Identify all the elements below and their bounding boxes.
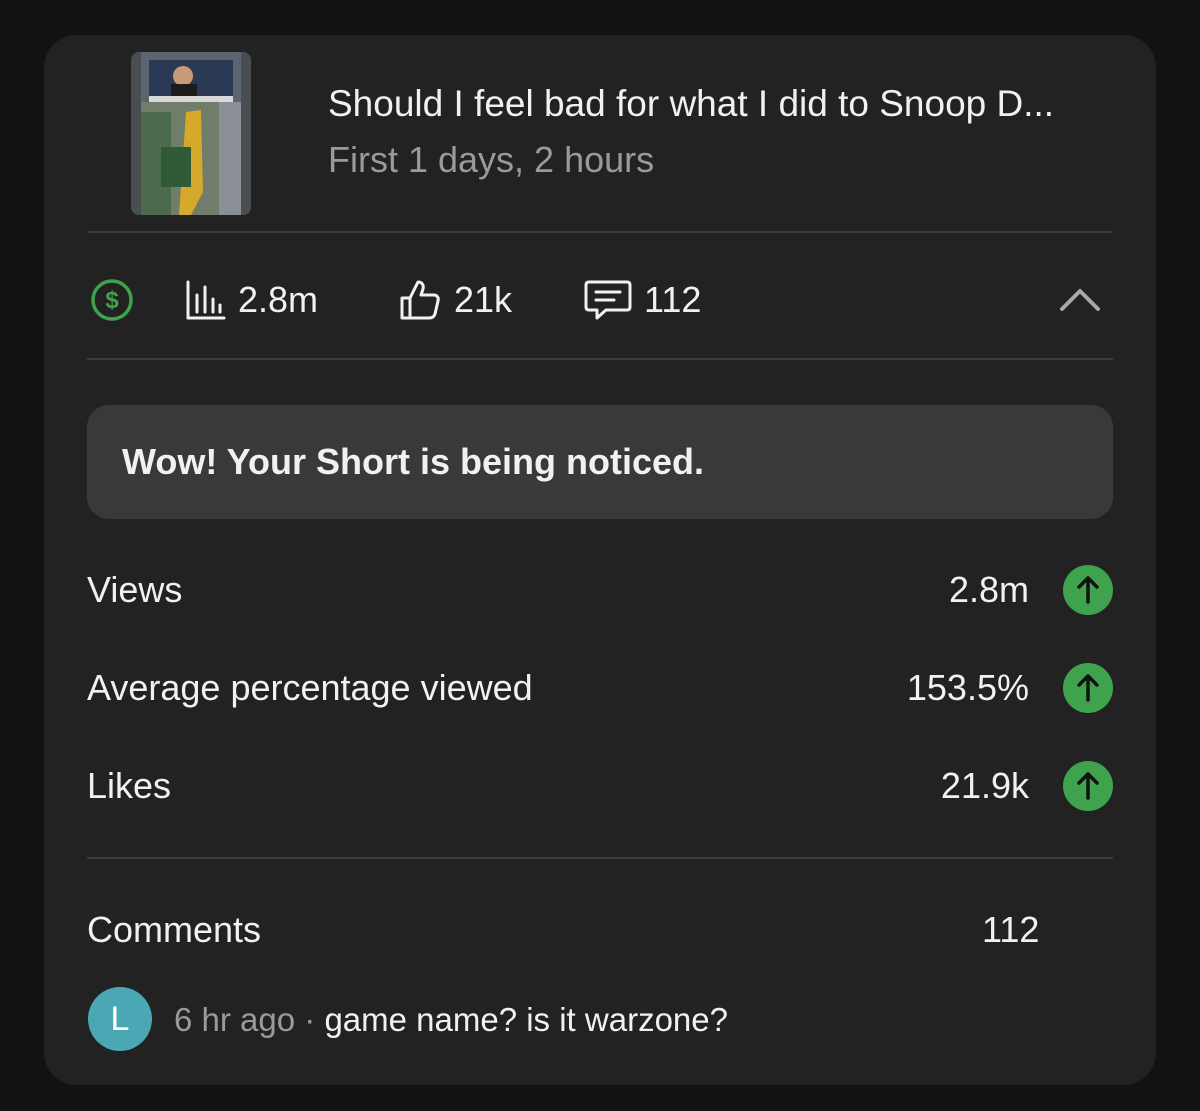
comment-text: game name? is it warzone? <box>324 1001 728 1038</box>
arrow-up-icon <box>1063 565 1113 615</box>
period-label: First 1 days, 2 hours <box>328 139 655 180</box>
comment-icon <box>584 278 632 322</box>
metric-value: 2.8m <box>948 569 1029 610</box>
short-analytics-card: Should I feel bad for what I did to Snoo… <box>44 35 1156 1085</box>
metric-label: Average percentage viewed <box>87 667 533 708</box>
thumbs-up-icon <box>398 278 442 322</box>
comment-separator: · <box>304 1001 316 1038</box>
comments-heading[interactable]: Comments <box>87 909 261 951</box>
chevron-up-icon <box>1058 289 1102 323</box>
views-count: 2.8m <box>238 279 319 320</box>
views-stat[interactable]: 2.8m <box>184 278 318 322</box>
comments-total: 112 <box>982 909 1040 950</box>
performance-notice: Wow! Your Short is being noticed. <box>87 405 1113 519</box>
latest-comment[interactable]: 6 hr ago · game name? is it warzone? <box>174 1001 728 1039</box>
notice-text: Wow! Your Short is being noticed. <box>122 441 705 482</box>
arrow-up-icon <box>1063 761 1113 811</box>
likes-count: 21k <box>454 279 513 320</box>
divider <box>87 358 1113 360</box>
comment-time: 6 hr ago <box>174 1001 296 1038</box>
bar-chart-icon <box>184 279 226 321</box>
metric-label: Views <box>87 569 183 610</box>
comments-count-stat: 112 <box>644 279 702 320</box>
metric-value: 21.9k <box>940 765 1029 806</box>
video-header[interactable]: Should I feel bad for what I did to Snoo… <box>44 35 1156 231</box>
metric-row-likes: Likes 21.9k <box>87 759 1113 815</box>
video-thumbnail[interactable] <box>131 52 251 215</box>
video-title[interactable]: Should I feel bad for what I did to Snoo… <box>328 83 1118 125</box>
avatar[interactable]: L <box>88 987 152 1051</box>
likes-stat[interactable]: 21k <box>398 278 512 322</box>
dollar-circle-icon: $ <box>89 277 135 323</box>
divider <box>87 857 1113 859</box>
metric-row-avg-percentage: Average percentage viewed 153.5% <box>87 661 1113 717</box>
divider <box>87 231 1113 233</box>
metric-label: Likes <box>87 765 172 806</box>
metric-value: 153.5% <box>906 667 1029 708</box>
metric-row-views: Views 2.8m <box>87 563 1113 619</box>
monetization-status[interactable]: $ <box>89 278 135 322</box>
svg-text:$: $ <box>105 287 119 314</box>
comments-stat[interactable]: 112 <box>584 278 701 322</box>
stats-row: $ 2.8m 21k 112 <box>44 257 1156 341</box>
arrow-up-icon <box>1063 663 1113 713</box>
collapse-button[interactable] <box>1058 279 1102 324</box>
